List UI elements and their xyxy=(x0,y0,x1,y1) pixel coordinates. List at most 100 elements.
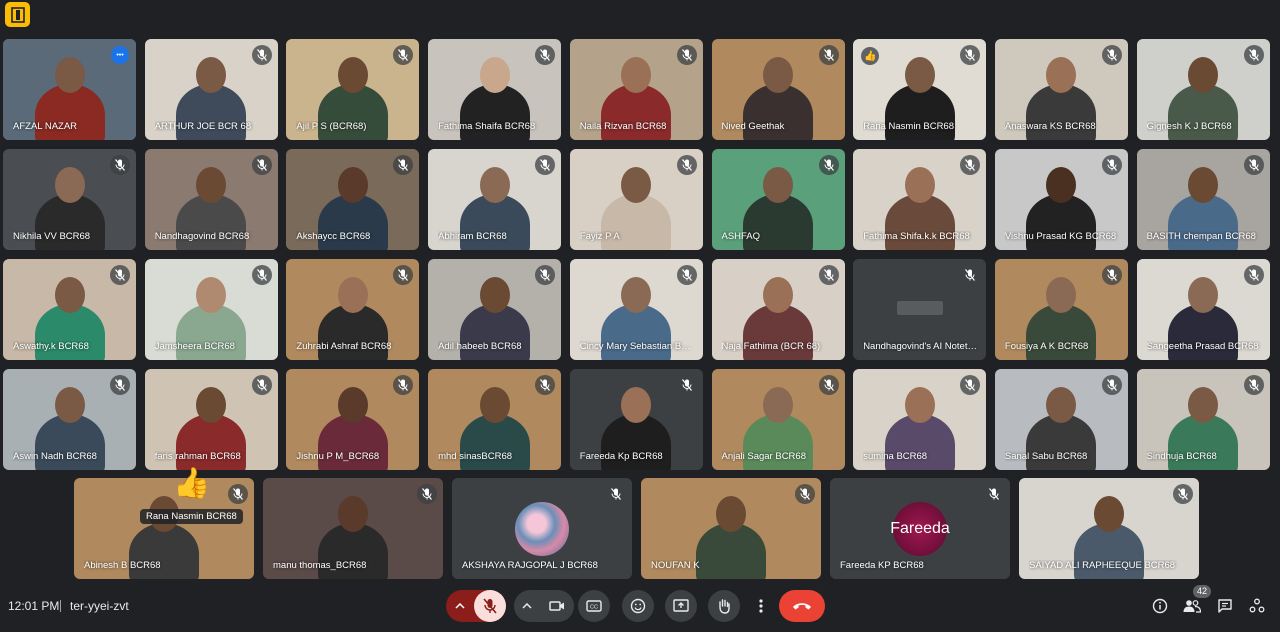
participant-name: Sindhuja BCR68 xyxy=(1146,451,1217,462)
meeting-info-icon[interactable] xyxy=(1150,596,1170,616)
participant-face xyxy=(479,167,510,203)
more-options-icon[interactable] xyxy=(745,590,777,622)
raise-hand-button[interactable] xyxy=(708,590,740,622)
participant-tile[interactable]: Fayiz P A xyxy=(569,149,703,250)
participant-tile[interactable]: Sangeetha Prasad BCR68 xyxy=(1136,259,1270,360)
mic-muted-icon xyxy=(251,375,272,395)
participant-name: Adil habeeb BCR68 xyxy=(438,341,522,352)
participant-tile[interactable]: Sindhuja BCR68 xyxy=(1136,369,1270,470)
participant-tile[interactable]: AKSHAYA RAJGOPAL J BCR68 xyxy=(452,478,632,579)
participant-tile[interactable]: ASHFAQ xyxy=(711,149,845,250)
captions-button[interactable]: CC xyxy=(578,590,610,622)
present-screen-button[interactable] xyxy=(665,590,697,622)
mic-muted-icon xyxy=(535,375,556,395)
mic-muted-icon xyxy=(1243,265,1264,285)
participant-name: Naila Rizvan BCR68 xyxy=(579,121,667,132)
participant-tile[interactable]: Anjali Sagar BCR68 xyxy=(711,369,845,470)
participant-tile[interactable]: Cincy Mary Sebastian BCR68 xyxy=(569,259,703,360)
participant-tile[interactable]: Naja Fathima (BCR 68) xyxy=(711,259,845,360)
participant-tile[interactable]: Gignesh K J BCR68 xyxy=(1136,39,1270,140)
participant-tile[interactable]: NOUFAN K xyxy=(641,478,821,579)
participant-name: Anaswara KS BCR68 xyxy=(1004,121,1096,132)
participant-name: faris rahman BCR68 xyxy=(154,451,241,462)
participant-tile[interactable]: SAIYAD ALI RAPHEEQUE BCR68 xyxy=(1019,478,1199,579)
leave-call-button[interactable] xyxy=(779,590,825,622)
activities-icon[interactable] xyxy=(1247,596,1267,616)
participant-name: ASHFAQ xyxy=(721,231,761,242)
participant-tile[interactable]: ••• AFZAL NAZAR xyxy=(3,39,136,140)
participant-tile[interactable]: Fareeda Kp BCR68 xyxy=(569,369,703,470)
mic-muted-icon xyxy=(1101,265,1122,285)
participant-tile[interactable]: Jishnu P M_BCR68 xyxy=(286,369,420,470)
participant-name: Jamsheera BCR68 xyxy=(154,341,235,352)
participant-face xyxy=(337,57,368,93)
participant-tile[interactable]: Anaswara KS BCR68 xyxy=(994,39,1128,140)
participant-tile[interactable]: Nandhagovind BCR68 xyxy=(144,149,278,250)
participant-face xyxy=(763,167,793,203)
participant-tile[interactable]: Adil habeeb BCR68 xyxy=(428,259,562,360)
participant-face xyxy=(1094,496,1124,532)
participant-tile[interactable]: Zuhrabi Ashraf BCR68 xyxy=(286,259,420,360)
meeting-code: ter-yyei-zvt xyxy=(70,599,129,613)
participant-tile[interactable]: Fareeda Fareeda KP BCR68 xyxy=(830,478,1010,579)
participant-name: Nikhila VV BCR68 xyxy=(13,231,91,242)
control-bar: 12:01 PM ter-yyei-zvt CC xyxy=(0,580,1280,632)
mic-muted-icon xyxy=(1101,155,1122,175)
participant-face xyxy=(196,167,227,203)
participant-name: Gignesh K J BCR68 xyxy=(1146,121,1232,132)
participant-tile[interactable]: Aswathy.k BCR68 xyxy=(3,259,136,360)
participant-face xyxy=(196,277,227,313)
participant-tile[interactable]: Ajil P S (BCR68) xyxy=(286,39,420,140)
participant-face xyxy=(1188,167,1219,203)
participant-face xyxy=(1188,57,1219,93)
participant-tile[interactable]: Jamsheera BCR68 xyxy=(144,259,278,360)
participant-tile[interactable]: Sanal Sabu BCR68 xyxy=(994,369,1128,470)
participant-tile[interactable]: Abhiram BCR68 xyxy=(428,149,562,250)
participant-name: NOUFAN K xyxy=(651,560,700,571)
mic-muted-icon xyxy=(228,484,248,504)
participant-tile[interactable]: Abinesh B BCR68 xyxy=(74,478,254,579)
mic-muted-icon xyxy=(251,265,272,285)
mic-muted-icon xyxy=(110,375,130,395)
mic-muted-icon xyxy=(1173,484,1193,504)
mic-muted-icon xyxy=(251,155,272,175)
participant-tile[interactable]: Vishnu Prasad KG BCR68 xyxy=(994,149,1128,250)
participant-tile[interactable]: faris rahman BCR68 xyxy=(144,369,278,470)
participant-face xyxy=(1046,167,1077,203)
participant-tile[interactable]: manu thomas_BCR68 xyxy=(263,478,443,579)
camera-options-chevron-icon[interactable] xyxy=(514,590,540,622)
participant-tile[interactable]: ARTHUR JOE BCR 68 xyxy=(144,39,278,140)
participant-name: Fousiya A K BCR68 xyxy=(1004,341,1089,352)
participant-name: Zuhrabi Ashraf BCR68 xyxy=(296,341,392,352)
participant-name: Anjali Sagar BCR68 xyxy=(721,451,807,462)
emoji-reaction-button[interactable] xyxy=(622,590,654,622)
tile-options-icon[interactable]: ••• xyxy=(111,46,129,64)
camera-button[interactable] xyxy=(540,590,574,622)
participant-face xyxy=(904,387,935,423)
mic-muted-icon xyxy=(1243,375,1264,395)
participant-tile[interactable]: Aswin Nadh BCR68 xyxy=(3,369,136,470)
participant-face xyxy=(1046,277,1077,313)
participant-face xyxy=(1188,387,1219,423)
participant-tile[interactable]: Fousiya A K BCR68 xyxy=(994,259,1128,360)
mic-off-button[interactable] xyxy=(474,590,506,622)
people-icon[interactable] xyxy=(1182,596,1202,616)
participant-tile[interactable]: Akshaycc BCR68 xyxy=(286,149,420,250)
participant-tile[interactable]: 👍 Rana Nasmin BCR68 xyxy=(853,39,987,140)
participant-tile[interactable]: Nandhagovind's AI Notetaker xyxy=(853,259,987,360)
participant-tile[interactable]: Naila Rizvan BCR68 xyxy=(569,39,703,140)
participant-face xyxy=(54,57,85,93)
mic-options-chevron-icon[interactable] xyxy=(446,590,474,622)
participant-face xyxy=(196,57,227,93)
participant-tile[interactable]: Fathima Shifa.k.k BCR68 xyxy=(853,149,987,250)
chat-icon[interactable] xyxy=(1215,596,1235,616)
participant-tile[interactable]: Nived Geethak xyxy=(711,39,845,140)
participant-tile[interactable]: mhd sinasBCR68 xyxy=(428,369,562,470)
participant-face xyxy=(337,387,368,423)
reaction-sender: Rana Nasmin BCR68 xyxy=(140,509,243,524)
participant-tile[interactable]: sumina BCR68 xyxy=(853,369,987,470)
participant-tile[interactable]: Fathima Shaifa BCR68 xyxy=(428,39,562,140)
participant-tile[interactable]: BASITH chempan BCR68 xyxy=(1136,149,1270,250)
participant-tile[interactable]: Nikhila VV BCR68 xyxy=(3,149,136,250)
participant-face xyxy=(337,167,368,203)
